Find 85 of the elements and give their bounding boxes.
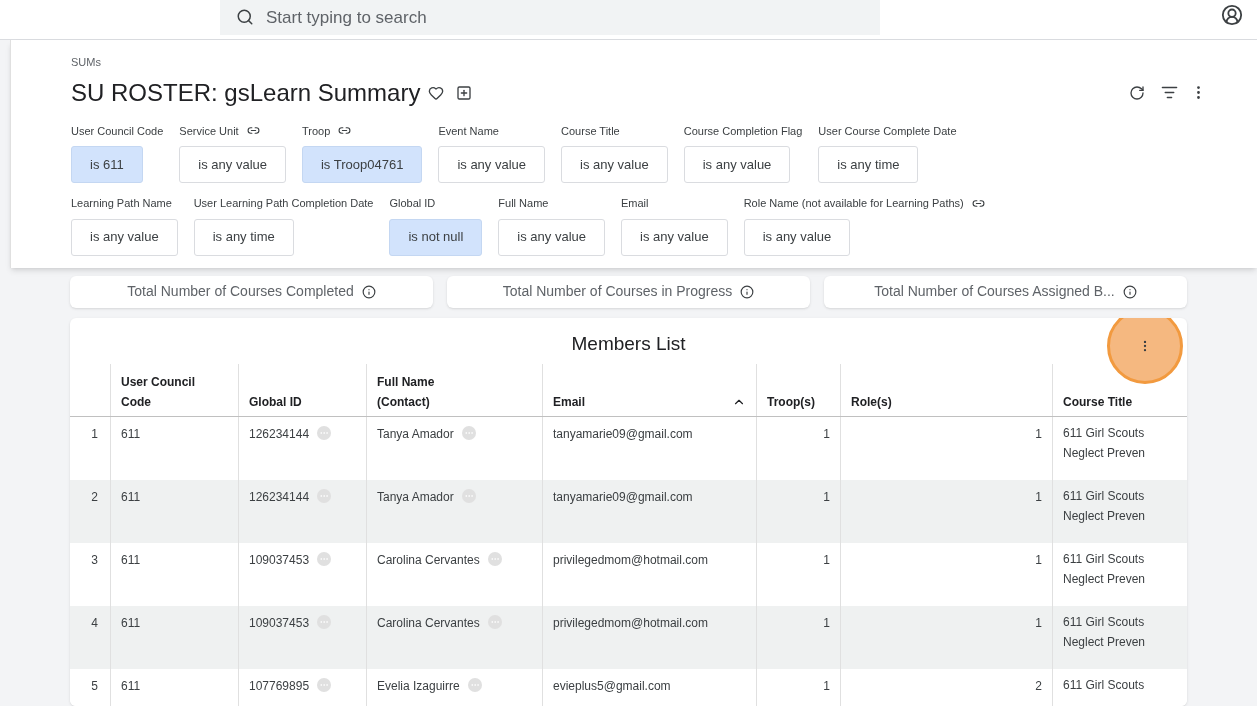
info-icon[interactable] bbox=[1122, 284, 1137, 299]
filter-label: Troop bbox=[302, 123, 331, 139]
table-title: Members List bbox=[571, 331, 686, 356]
row-number: 5 bbox=[90, 678, 99, 695]
table-cell-text: 107769895 bbox=[249, 678, 310, 695]
tile-title: Total Number of Courses in Progress bbox=[502, 282, 733, 301]
filter-chip[interactable]: is any time bbox=[818, 146, 919, 183]
table-cell-text: 1 bbox=[823, 615, 830, 632]
filter-label: User Council Code bbox=[71, 123, 164, 139]
account-icon[interactable] bbox=[1221, 4, 1243, 26]
table-cell-text: evieplus5@gmail.com bbox=[553, 678, 671, 695]
table-cell-text: 109037453 bbox=[249, 615, 310, 632]
filter-label: Email bbox=[621, 196, 649, 211]
table-cell-text: 611 bbox=[121, 489, 141, 506]
filter-chip[interactable]: is any value bbox=[71, 218, 178, 256]
search-field[interactable]: Start typing to search bbox=[220, 0, 880, 35]
breadcrumb[interactable]: SUMs bbox=[71, 54, 101, 71]
filter-chip[interactable]: is Troop04761 bbox=[302, 146, 423, 183]
table-cell-text: 2 bbox=[1035, 678, 1042, 695]
table-cell-text: Carolina Cervantes bbox=[377, 615, 480, 632]
reload-icon[interactable] bbox=[1129, 84, 1145, 101]
info-icon[interactable] bbox=[740, 284, 755, 299]
row-number: 3 bbox=[90, 552, 99, 569]
filter-label: Event Name bbox=[438, 123, 499, 139]
filter-icon[interactable] bbox=[1161, 84, 1178, 101]
column-header[interactable]: Role(s) bbox=[851, 392, 892, 412]
table-cell-text: privilegedmom@hotmail.com bbox=[553, 552, 708, 569]
filter-chip[interactable]: is 611 bbox=[71, 146, 143, 183]
filter-chip[interactable]: is any value bbox=[179, 146, 286, 183]
row-number: 1 bbox=[90, 426, 99, 443]
filter-label: Course Title bbox=[561, 123, 620, 139]
filter-chip[interactable]: is any value bbox=[498, 218, 605, 256]
info-icon[interactable] bbox=[361, 284, 376, 299]
column-header[interactable]: User Council Code bbox=[121, 372, 216, 412]
column-header[interactable]: Email bbox=[553, 392, 585, 412]
table-cell-text: privilegedmom@hotmail.com bbox=[553, 615, 708, 632]
table-cell-text: 1 bbox=[1035, 489, 1042, 506]
table-cell-text: 1 bbox=[1035, 615, 1042, 632]
filter-label: Learning Path Name bbox=[71, 196, 172, 211]
filter-label: User Course Complete Date bbox=[818, 123, 957, 139]
row-number: 4 bbox=[90, 615, 99, 632]
heart-icon[interactable] bbox=[428, 84, 445, 101]
search-icon bbox=[236, 8, 254, 26]
table-cell: 611 Girl Scouts bbox=[1052, 669, 1177, 706]
filter-label: User Learning Path Completion Date bbox=[193, 196, 374, 211]
table-cell-text: 1 bbox=[1035, 552, 1042, 569]
filter-chip[interactable]: is any value bbox=[438, 146, 546, 183]
dashboard-title: SU ROSTER: gsLearn Summary bbox=[71, 77, 421, 108]
table-cell-text: 1 bbox=[823, 678, 830, 695]
column-header[interactable]: Full Name (Contact) bbox=[377, 372, 472, 412]
filter-chip[interactable]: is any time bbox=[193, 218, 294, 256]
row-number: 2 bbox=[90, 489, 99, 506]
filter-chip[interactable]: is not null bbox=[389, 218, 483, 256]
table-cell-text: tanyamarie09@gmail.com bbox=[553, 426, 693, 443]
column-header[interactable]: Course Title bbox=[1063, 392, 1133, 412]
table-cell-text: 611 bbox=[121, 678, 141, 695]
filter-chip[interactable]: is any value bbox=[743, 218, 851, 256]
table-cell-text: tanyamarie09@gmail.com bbox=[553, 489, 693, 506]
table-cell-text: Evelia Izaguirre bbox=[377, 678, 460, 695]
table-cell-text: 1 bbox=[823, 489, 830, 506]
filter-label: Course Completion Flag bbox=[683, 123, 803, 139]
table-cell-text: 1 bbox=[823, 552, 830, 569]
filter-chip[interactable]: is any value bbox=[561, 146, 668, 183]
tile-title: Total Number of Courses Assigned B... bbox=[874, 282, 1115, 301]
table-cell-text: 611 bbox=[121, 552, 141, 569]
table-cell-text: 611 bbox=[121, 426, 141, 443]
filter-label: Full Name bbox=[498, 196, 549, 211]
table-cell-text: Tanya Amador bbox=[377, 426, 454, 443]
table-cell-text: 1 bbox=[1035, 426, 1042, 443]
table-cell-text: 126234144 bbox=[249, 489, 310, 506]
table-cell-text: 126234144 bbox=[249, 426, 310, 443]
filter-chip[interactable]: is any value bbox=[621, 218, 728, 256]
column-header[interactable]: Troop(s) bbox=[767, 392, 815, 412]
add-icon[interactable] bbox=[456, 84, 473, 101]
filter-label: Role Name (not available for Learning Paths) bbox=[743, 196, 964, 211]
table-cell-text: 109037453 bbox=[249, 552, 310, 569]
table-cell-text: Carolina Cervantes bbox=[377, 552, 480, 569]
table-cell-text: Tanya Amador bbox=[377, 489, 454, 506]
tile-title: Total Number of Courses Completed bbox=[127, 282, 354, 301]
table-cell-text: 1 bbox=[823, 426, 830, 443]
filter-label: Global ID bbox=[389, 196, 436, 211]
column-header[interactable]: Global ID bbox=[249, 392, 302, 412]
filter-label: Service Unit bbox=[179, 123, 239, 139]
filter-chip[interactable]: is any value bbox=[683, 146, 791, 183]
table-cell-text: 611 bbox=[121, 615, 141, 632]
